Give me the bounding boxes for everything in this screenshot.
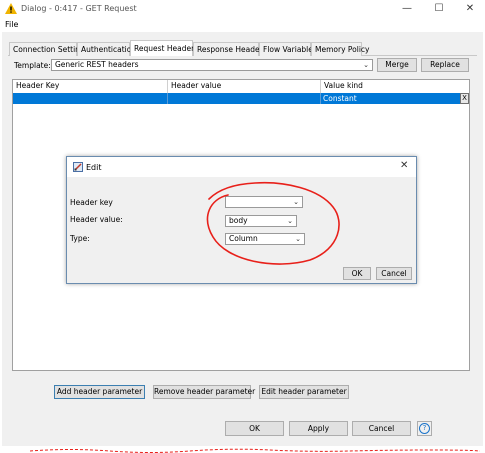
remove-header-parameter-button[interactable]: Remove header parameter [153,385,255,399]
annotation-circle [206,181,340,265]
menu-file[interactable]: File [5,20,18,29]
tab-connection-settings[interactable]: Connection Settings [9,42,89,56]
tab-request-headers[interactable]: Request Headers [130,40,198,56]
annotation-scribble [30,448,480,453]
edit-dialog-icon [73,162,83,172]
warning-icon [5,3,17,14]
type-label: Type: [70,234,90,243]
tab-authentication[interactable]: Authentication [77,42,136,56]
menu-bar [0,18,485,32]
ok-button[interactable]: OK [225,421,284,436]
merge-button[interactable]: Merge [377,58,417,72]
template-value: Generic REST headers [55,60,139,69]
minimize-button[interactable]: — [392,0,422,18]
edit-cancel-button[interactable]: Cancel [376,267,412,280]
help-icon: ? [419,423,430,434]
help-button[interactable]: ? [417,421,432,436]
edit-dialog-titlebar [67,157,416,177]
tab-memory-policy[interactable]: Memory Policy [311,42,369,56]
replace-button[interactable]: Replace [421,58,469,72]
close-button[interactable]: ✕ [455,0,485,18]
tab-response-headers[interactable]: Response Headers [193,42,267,56]
edit-ok-button[interactable]: OK [343,267,371,280]
edit-header-parameter-button[interactable]: Edit header parameter [259,385,349,399]
window-title: Dialog - 0:417 - GET Request [21,4,137,13]
header-value-label: Header value: [70,215,123,224]
apply-button[interactable]: Apply [289,421,348,436]
edit-dialog-close-icon[interactable]: ✕ [400,160,408,171]
column-header-key[interactable]: Header Key [13,80,168,93]
maximize-button[interactable]: ☐ [424,0,454,18]
column-divider [320,93,321,104]
cell-value-kind[interactable]: Constant [323,94,357,103]
template-label: Template: [14,61,51,70]
remove-row-button[interactable]: X [460,93,469,104]
chevron-down-icon: ⌄ [363,61,369,69]
column-divider [167,93,168,104]
edit-dialog-title: Edit [86,163,102,172]
tab-flow-variables[interactable]: Flow Variables [259,42,317,56]
add-header-parameter-button[interactable]: Add header parameter [54,385,145,399]
header-key-label: Header key [70,198,113,207]
column-value-kind[interactable]: Value kind [321,80,469,93]
column-header-value[interactable]: Header value [168,80,321,93]
table-row[interactable] [13,93,460,104]
template-select[interactable]: Generic REST headers ⌄ [51,59,373,71]
cancel-button[interactable]: Cancel [352,421,411,436]
